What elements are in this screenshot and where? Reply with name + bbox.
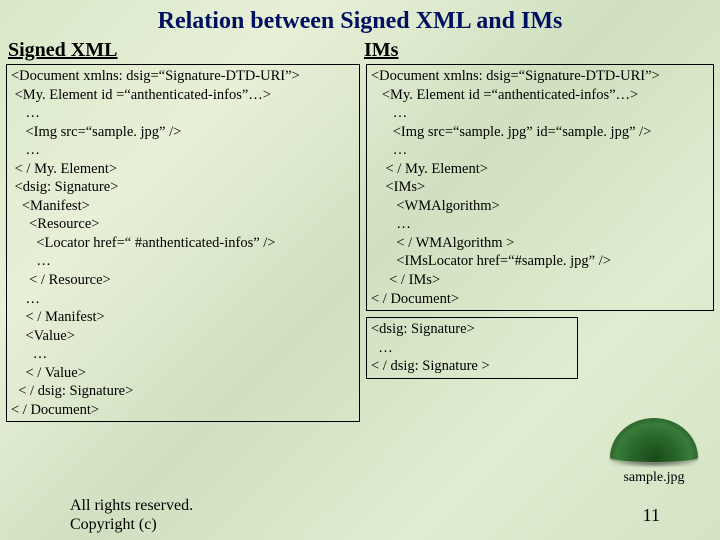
signed-xml-box: <Document xmlns: dsig=“Signature-DTD-URI… [6, 64, 360, 422]
sample-image-block: sample.jpg [606, 418, 702, 486]
footer-line-2: Copyright (c) [70, 515, 193, 534]
content-columns: <Document xmlns: dsig=“Signature-DTD-URI… [0, 62, 720, 422]
subhead-ims: IMs [358, 39, 714, 62]
ims-document-code: <Document xmlns: dsig=“Signature-DTD-URI… [371, 67, 709, 308]
sample-image [610, 418, 698, 462]
subhead-signed-xml: Signed XML [6, 39, 358, 62]
page-number: 11 [643, 505, 660, 526]
ims-signature-code: <dsig: Signature> … < / dsig: Signature … [371, 320, 573, 376]
ims-column: <Document xmlns: dsig=“Signature-DTD-URI… [360, 64, 714, 422]
ims-signature-box: <dsig: Signature> … < / dsig: Signature … [366, 317, 578, 379]
sample-image-caption: sample.jpg [606, 470, 702, 486]
sample-image-shadow [608, 460, 700, 468]
subheadings-row: Signed XML IMs [0, 39, 720, 62]
ims-document-box: <Document xmlns: dsig=“Signature-DTD-URI… [366, 64, 714, 311]
slide-title: Relation between Signed XML and IMs [0, 0, 720, 39]
footer-line-1: All rights reserved. [70, 496, 193, 515]
signed-xml-code: <Document xmlns: dsig=“Signature-DTD-URI… [11, 67, 355, 419]
footer-text: All rights reserved. Copyright (c) [70, 496, 193, 534]
